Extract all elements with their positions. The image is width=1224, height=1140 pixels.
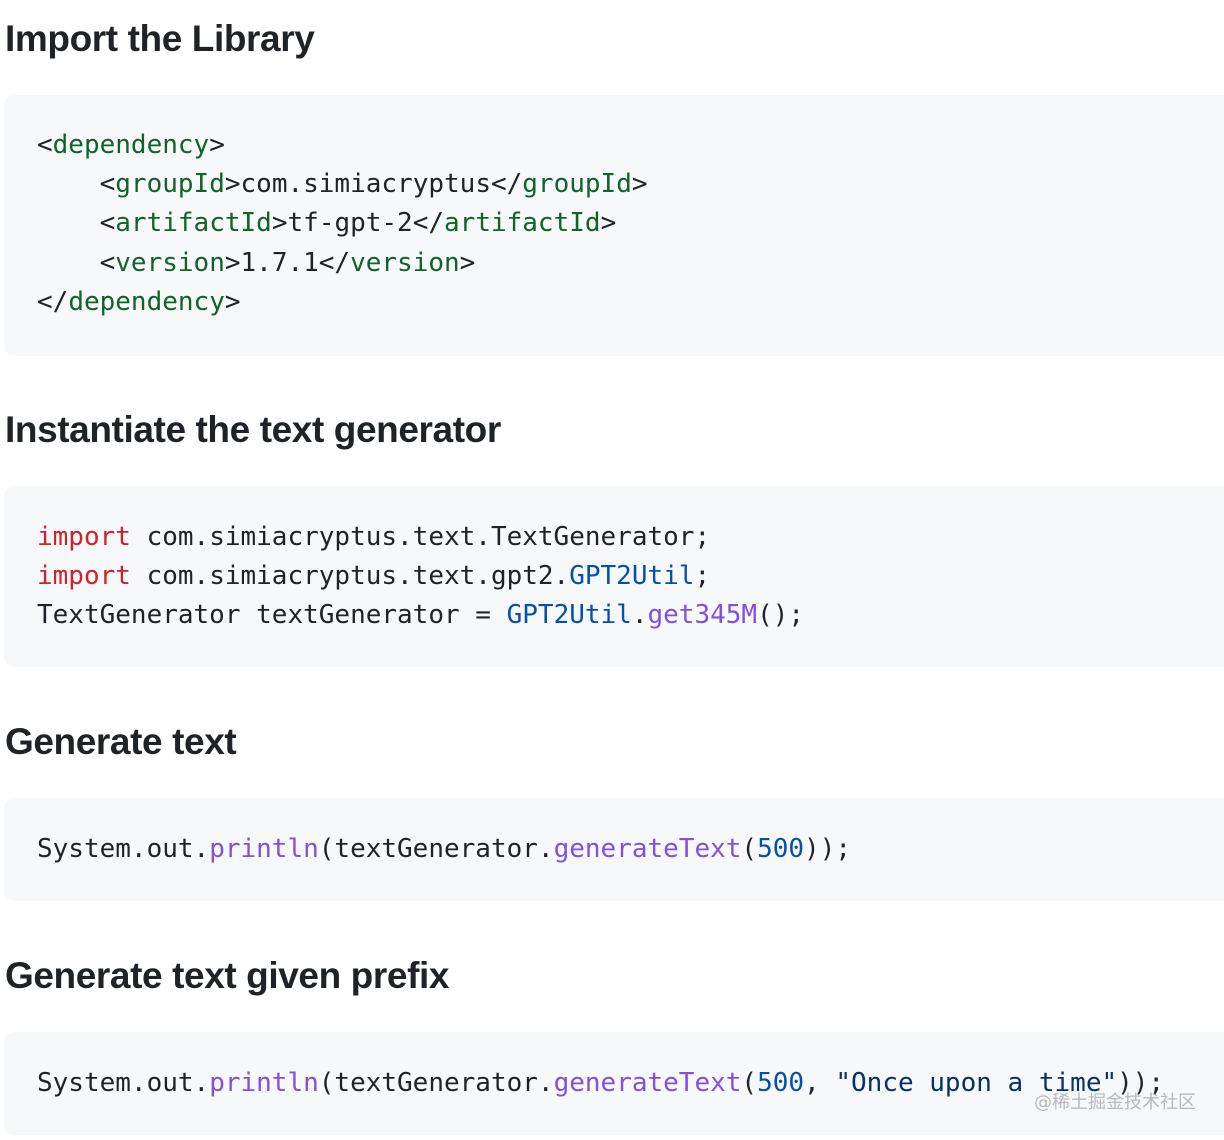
code-block-maven-dependency: <dependency> <groupId>com.simiacryptus</… xyxy=(4,95,1224,356)
section-heading-generate-text: Generate text xyxy=(5,721,237,762)
code-block-generate-text: System.out.println(textGenerator.generat… xyxy=(4,798,1224,901)
section-heading-generate-with-prefix: Generate text given prefix xyxy=(5,955,450,996)
code-line: </dependency> xyxy=(37,287,241,317)
code-line: import com.simiacryptus.text.TextGenerat… xyxy=(37,522,711,552)
code-line: <version>1.7.1</version> xyxy=(99,248,476,278)
watermark: @稀土掘金技术社区 xyxy=(1034,1092,1196,1113)
code-line: System.out.println(textGenerator.generat… xyxy=(37,834,852,864)
code-block-generate-with-prefix: System.out.println(textGenerator.generat… xyxy=(4,1032,1224,1135)
code-line: import com.simiacryptus.text.gpt2.GPT2Ut… xyxy=(37,561,711,591)
code-line: System.out.println(textGenerator.generat… xyxy=(37,1068,1165,1098)
code-line: <groupId>com.simiacryptus</groupId> xyxy=(99,169,648,199)
section-heading-instantiate-generator: Instantiate the text generator xyxy=(5,409,501,450)
code-line: <dependency> xyxy=(37,130,225,160)
code-line: TextGenerator textGenerator = GPT2Util.g… xyxy=(37,600,805,630)
section-heading-import-library: Import the Library xyxy=(5,18,315,59)
code-block-instantiate: import com.simiacryptus.text.TextGenerat… xyxy=(4,486,1224,667)
code-line: <artifactId>tf-gpt-2</artifactId> xyxy=(99,208,617,238)
